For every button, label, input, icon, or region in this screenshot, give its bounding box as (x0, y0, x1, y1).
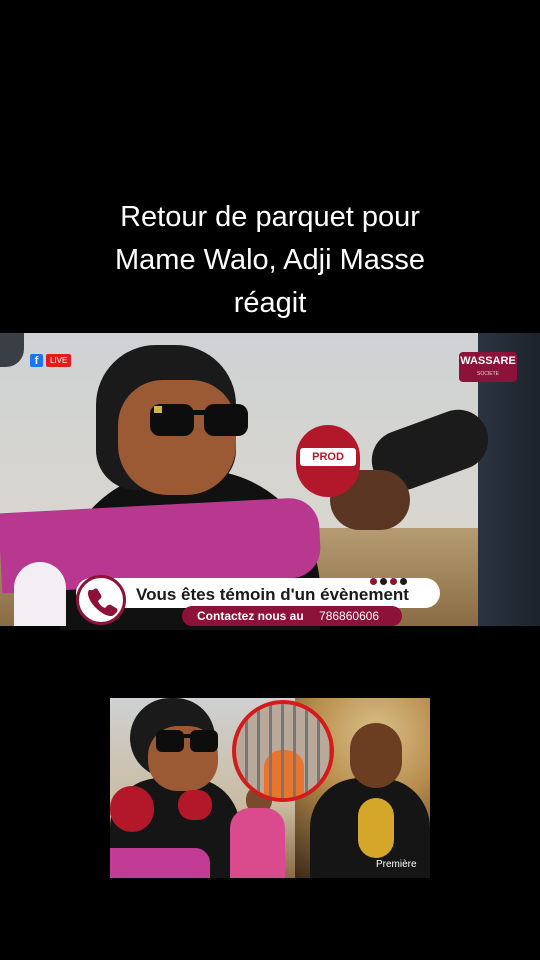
thumbnail-prison-inset (232, 700, 334, 802)
channel-logo-name: WASSARE (460, 355, 516, 367)
contact-number: 786860606 (319, 609, 380, 623)
contact-label: Contactez nous au (197, 609, 304, 623)
sunglasses-icon (150, 404, 248, 436)
banner-dot (390, 578, 397, 585)
channel-logo-sub: SOCIETE (477, 371, 499, 377)
foreground-white-shape (14, 562, 66, 626)
microphone-brand-label: PROD (300, 448, 356, 466)
thumbnail-woman-face (350, 723, 402, 788)
banner-contact: Contactez nous au 786860606 (182, 606, 402, 626)
sunglasses-icon (156, 730, 218, 752)
thumbnail-microphone (110, 786, 154, 832)
facebook-live-badge: f LIVE (30, 354, 72, 367)
phone-icon (76, 575, 126, 625)
banner-dot (400, 578, 407, 585)
facebook-icon: f (30, 354, 43, 367)
channel-logo: WASSARE SOCIETE (459, 352, 517, 382)
caption-line-2: Mame Walo, Adji Masse (115, 244, 425, 276)
video-thumbnail[interactable]: Première (110, 698, 430, 878)
thumbnail-bystander (230, 808, 285, 878)
banner-headline: Vous êtes témoin d'un évènement (136, 585, 409, 604)
banner-dot (380, 578, 387, 585)
prison-bars-icon (236, 704, 330, 798)
video-caption: Retour de parquet pour Mame Walo, Adji M… (0, 196, 540, 325)
caption-line-3: réagit (233, 287, 307, 319)
thumbnail-microphone (178, 790, 212, 820)
banner-dots (370, 578, 407, 585)
caption-line-1: Retour de parquet pour (120, 201, 420, 233)
banner-dot (370, 578, 377, 585)
thumbnail-pink-arm (110, 848, 210, 878)
thumbnail-overlay-label: Première (376, 859, 417, 870)
live-label: LIVE (46, 354, 72, 367)
thumbnail-gold-necklace (358, 798, 394, 858)
